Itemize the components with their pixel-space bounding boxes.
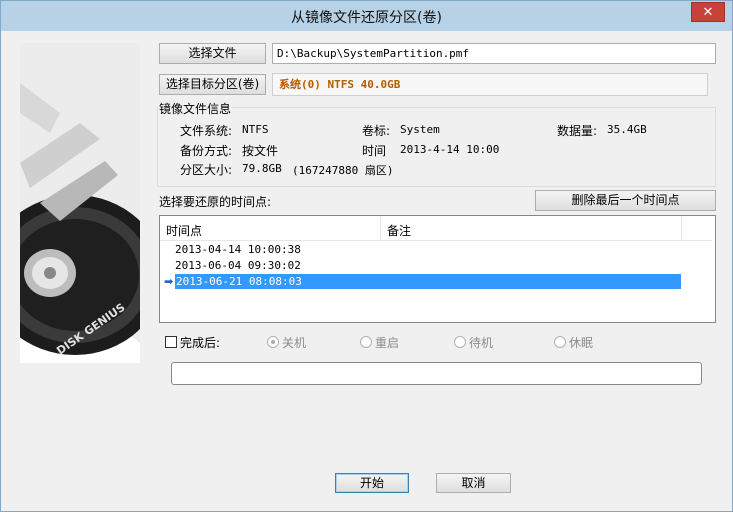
list-item[interactable]: 2013-06-04 09:30:02 (175, 258, 301, 273)
disk-genius-artwork: DISK GENIUS (20, 43, 140, 363)
image-info-group-label: 镜像文件信息 (158, 100, 233, 117)
data-size-label: 数据量: (557, 124, 598, 138)
restore-point-label: 选择要还原的时间点: (159, 195, 272, 209)
partition-size-label: 分区大小: (180, 163, 233, 177)
delete-last-restore-point-button[interactable]: 删除最后一个时间点 (535, 190, 716, 211)
restore-dialog: 从镜像文件还原分区(卷) ✕ DISK GENIUS 选择文件 D:\Backu… (0, 0, 733, 512)
backup-mode-value: 按文件 (242, 144, 279, 158)
data-size-value: 35.4GB (607, 123, 647, 136)
hibernate-option-label[interactable]: 休眠 (569, 334, 593, 351)
shutdown-radio[interactable] (267, 336, 279, 348)
window-title: 从镜像文件还原分区(卷) (291, 10, 442, 26)
dialog-body: DISK GENIUS 选择文件 D:\Backup\SystemPartiti… (9, 32, 724, 503)
list-item-selected[interactable]: 2013-06-21 08:08:03 (175, 274, 681, 289)
filesystem-value: NTFS (242, 123, 269, 136)
restart-radio[interactable] (360, 336, 372, 348)
partition-size-value: 79.8GB (242, 162, 282, 175)
after-complete-checkbox[interactable] (165, 336, 177, 348)
image-path-field[interactable]: D:\Backup\SystemPartition.pmf (272, 43, 716, 64)
volume-label: 卷标: (362, 124, 391, 138)
column-header-time[interactable]: 时间点 (166, 222, 202, 239)
title-bar[interactable]: 从镜像文件还原分区(卷) ✕ (1, 1, 732, 31)
restore-point-list[interactable]: 时间点 备注 2013-04-14 10:00:38 2013-06-04 09… (159, 215, 716, 323)
filesystem-label: 文件系统: (180, 124, 233, 138)
hard-disk-illustration: DISK GENIUS (20, 43, 140, 363)
standby-option-label[interactable]: 待机 (469, 334, 493, 351)
close-button[interactable]: ✕ (691, 2, 725, 22)
select-file-button[interactable]: 选择文件 (159, 43, 266, 64)
restart-option-label[interactable]: 重启 (375, 334, 399, 351)
column-separator[interactable] (380, 216, 381, 240)
volume-value: System (400, 123, 440, 136)
hibernate-radio[interactable] (554, 336, 566, 348)
after-complete-label[interactable]: 完成后: (180, 334, 220, 351)
arrow-right-icon: ➡ (164, 275, 174, 288)
backup-mode-label: 备份方式: (180, 144, 233, 158)
progress-bar (171, 362, 702, 385)
standby-radio[interactable] (454, 336, 466, 348)
list-header: 时间点 备注 (160, 216, 712, 241)
sector-count-value: (167247880 扇区) (292, 164, 394, 177)
time-label: 时间 (362, 144, 387, 158)
select-target-partition-button[interactable]: 选择目标分区(卷) (159, 74, 266, 95)
target-partition-display: 系统(0) NTFS 40.0GB (272, 73, 708, 96)
shutdown-option-label[interactable]: 关机 (282, 334, 306, 351)
cancel-button[interactable]: 取消 (436, 473, 511, 493)
list-item[interactable]: 2013-04-14 10:00:38 (175, 242, 301, 257)
time-value: 2013-4-14 10:00 (400, 143, 500, 156)
start-button[interactable]: 开始 (335, 473, 409, 493)
column-header-note[interactable]: 备注 (387, 222, 411, 239)
column-separator[interactable] (681, 216, 682, 240)
